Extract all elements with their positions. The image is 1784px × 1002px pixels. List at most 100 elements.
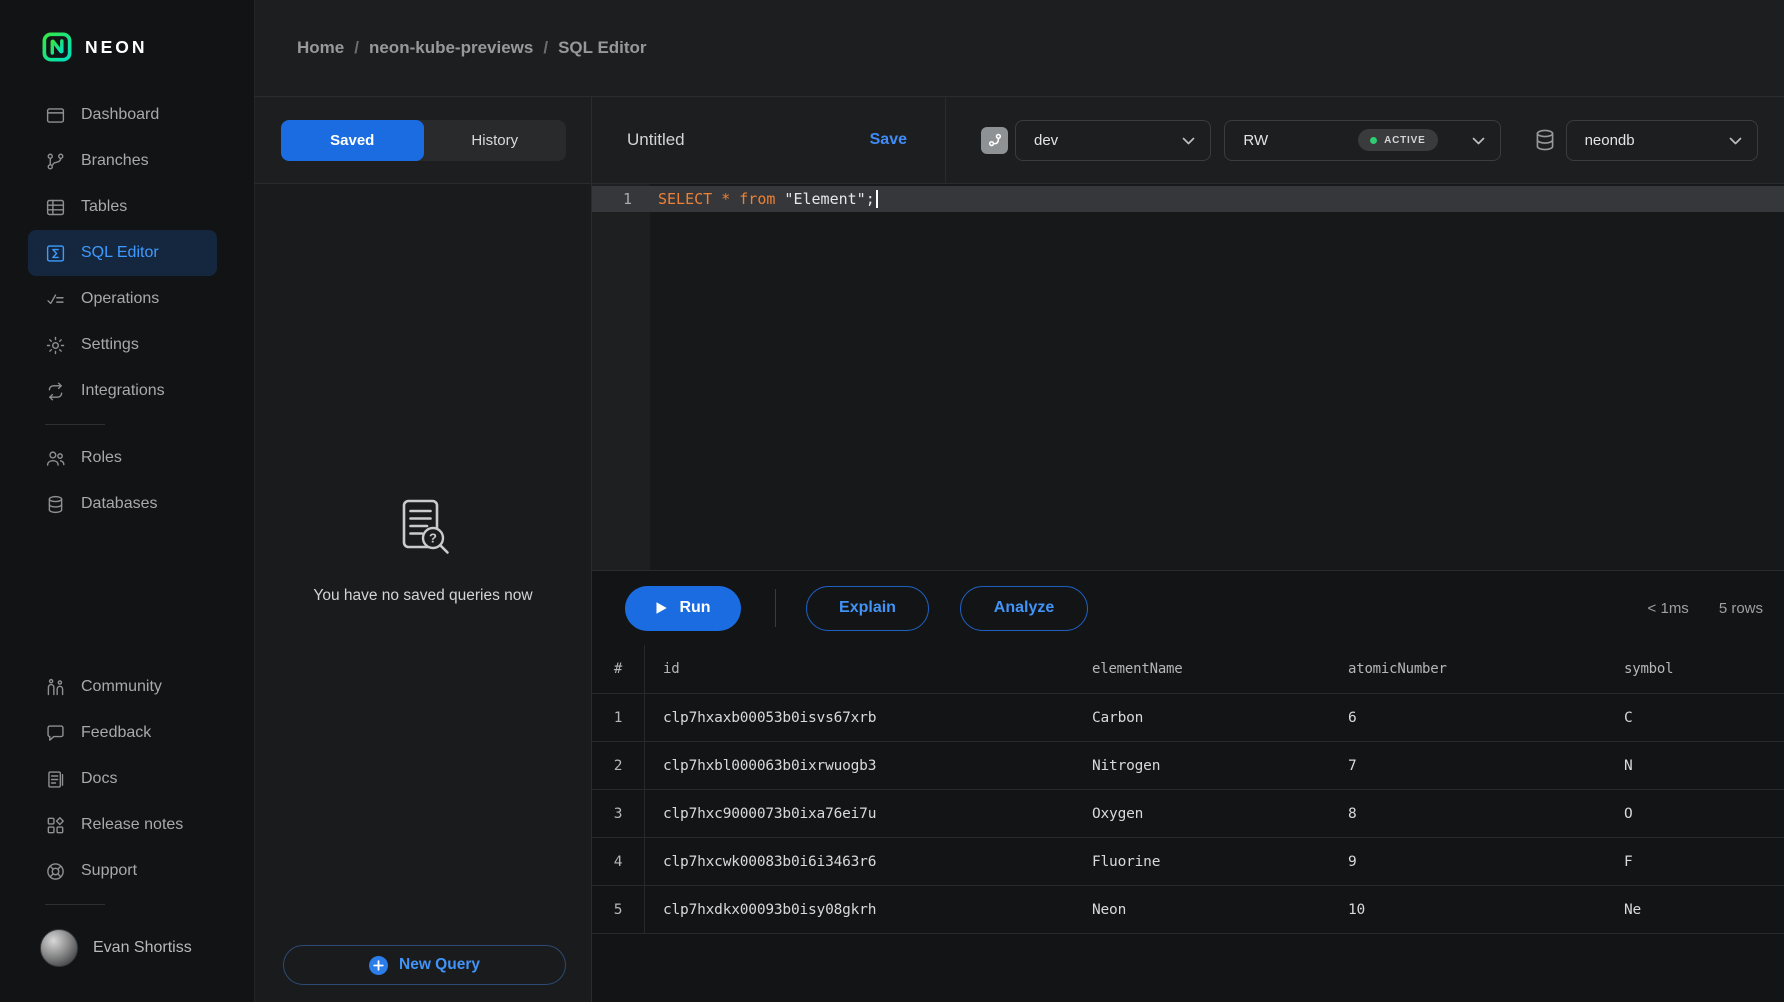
table-cell[interactable]: 7	[1330, 742, 1606, 790]
sidebar-item-branches[interactable]: Branches	[28, 138, 217, 184]
column-header-id: id	[645, 645, 1074, 694]
editor-gutter	[592, 184, 650, 570]
query-stats: < 1ms 5 rows	[1648, 600, 1763, 617]
results-panel: # id elementName atomicNumber symbol 1 c…	[592, 645, 1784, 1002]
query-title: Untitled	[627, 130, 685, 150]
table-cell[interactable]: F	[1606, 838, 1784, 886]
table-row-5-index[interactable]: 5	[592, 886, 645, 934]
sidebar-item-integrations[interactable]: Integrations	[28, 368, 217, 414]
brand-logo[interactable]: NEON	[42, 32, 254, 62]
docs-icon	[45, 769, 66, 790]
table-cell[interactable]: N	[1606, 742, 1784, 790]
sidebar-item-sql-editor[interactable]: SQL Editor	[28, 230, 217, 276]
branch-glyph-icon	[987, 132, 1003, 148]
user-menu[interactable]: Evan Shortiss	[40, 926, 254, 970]
plus-circle-icon	[369, 956, 388, 975]
connection-toolbar: dev RW ACTIVE	[946, 97, 1784, 183]
column-header-index: #	[592, 645, 645, 694]
sidebar-item-feedback[interactable]: Feedback	[28, 710, 217, 756]
table-cell[interactable]: clp7hxdkx00093b0isy08gkrh	[645, 886, 1074, 934]
active-status-badge: ACTIVE	[1358, 129, 1437, 151]
query-duration: < 1ms	[1648, 600, 1689, 617]
explain-button[interactable]: Explain	[806, 586, 929, 631]
table-row-4-index[interactable]: 4	[592, 838, 645, 886]
table-cell[interactable]: Fluorine	[1074, 838, 1330, 886]
compute-select[interactable]: RW ACTIVE	[1224, 120, 1500, 161]
sidebar-spacer	[0, 527, 254, 664]
table-cell[interactable]: clp7hxcwk00083b0i6i3463r6	[645, 838, 1074, 886]
table-cell[interactable]: clp7hxbl000063b0ixrwuogb3	[645, 742, 1074, 790]
new-query-button[interactable]: New Query	[283, 945, 566, 985]
column-header-symbol: symbol	[1606, 645, 1784, 694]
table-cell[interactable]: 9	[1330, 838, 1606, 886]
empty-saved-queries: ? You have no saved queries now	[255, 495, 591, 605]
code-editor[interactable]: 1 SELECT * from "Element";	[592, 184, 1784, 570]
sidebar-item-dashboard[interactable]: Dashboard	[28, 92, 217, 138]
breadcrumb-project[interactable]: neon-kube-previews	[369, 38, 533, 58]
sidebar-item-support[interactable]: Support	[28, 848, 217, 894]
text-cursor	[876, 190, 878, 208]
breadcrumb-home[interactable]: Home	[297, 38, 344, 58]
run-button[interactable]: Run	[625, 586, 741, 631]
table-cell[interactable]: Nitrogen	[1074, 742, 1330, 790]
chevron-down-icon	[1472, 132, 1485, 149]
table-cell[interactable]: clp7hxc9000073b0ixa76ei7u	[645, 790, 1074, 838]
release-notes-icon	[45, 815, 66, 836]
row-count: 5 rows	[1719, 600, 1763, 617]
table-row-2-index[interactable]: 2	[592, 742, 645, 790]
branch-select[interactable]: dev	[1015, 120, 1211, 161]
table-cell[interactable]: Ne	[1606, 886, 1784, 934]
table-row-3-index[interactable]: 3	[592, 790, 645, 838]
life-buoy-icon	[45, 861, 66, 882]
operations-icon	[45, 289, 66, 310]
button-divider	[775, 589, 776, 627]
main-area: Home / neon-kube-previews / SQL Editor S…	[255, 0, 1784, 1002]
sidebar-item-tables[interactable]: Tables	[28, 184, 217, 230]
integrations-icon	[45, 381, 66, 402]
brand-name: NEON	[85, 37, 148, 58]
breadcrumb-current-page: SQL Editor	[558, 38, 646, 58]
sidebar-item-databases[interactable]: Databases	[28, 481, 217, 527]
database-cylinder-icon	[1532, 127, 1558, 153]
tab-saved[interactable]: Saved	[281, 120, 424, 161]
saved-panel-header: Saved History	[255, 97, 591, 184]
sidebar-item-release-notes[interactable]: Release notes	[28, 802, 217, 848]
sidebar-item-docs[interactable]: Docs	[28, 756, 217, 802]
editor-header: Untitled Save dev RW	[592, 97, 1784, 184]
database-icon	[45, 494, 66, 515]
table-cell[interactable]: Carbon	[1074, 694, 1330, 742]
table-cell[interactable]: 10	[1330, 886, 1606, 934]
sidebar-divider	[45, 424, 105, 425]
code-line-1: 1 SELECT * from "Element";	[592, 186, 1784, 212]
table-cell[interactable]: clp7hxaxb00053b0isvs67xrb	[645, 694, 1074, 742]
line-number: 1	[592, 190, 650, 208]
database-select[interactable]: neondb	[1566, 120, 1758, 161]
save-button[interactable]: Save	[870, 131, 907, 149]
column-header-atomicnumber: atomicNumber	[1330, 645, 1606, 694]
results-table: # id elementName atomicNumber symbol 1 c…	[592, 645, 1784, 934]
sidebar-item-settings[interactable]: Settings	[28, 322, 217, 368]
sidebar-nav: Dashboard Branches Tables SQL Editor Ope…	[0, 92, 254, 970]
tab-history[interactable]: History	[424, 120, 567, 161]
table-icon	[45, 197, 66, 218]
table-cell[interactable]: 6	[1330, 694, 1606, 742]
table-cell[interactable]: 8	[1330, 790, 1606, 838]
dashboard-icon	[45, 105, 66, 126]
neon-logo-icon	[42, 32, 72, 62]
green-dot-icon	[1370, 137, 1377, 144]
user-name: Evan Shortiss	[93, 939, 192, 957]
table-cell[interactable]: O	[1606, 790, 1784, 838]
table-cell[interactable]: Oxygen	[1074, 790, 1330, 838]
analyze-button[interactable]: Analyze	[960, 586, 1088, 631]
saved-queries-panel: Saved History ?	[255, 97, 592, 1002]
code-content: SELECT * from "Element";	[650, 190, 878, 208]
branch-chip-button[interactable]	[981, 127, 1008, 154]
table-cell[interactable]: Neon	[1074, 886, 1330, 934]
table-cell[interactable]: C	[1606, 694, 1784, 742]
sidebar-item-roles[interactable]: Roles	[28, 435, 217, 481]
sidebar-item-community[interactable]: Community	[28, 664, 217, 710]
sidebar-item-operations[interactable]: Operations	[28, 276, 217, 322]
table-row-1-index[interactable]: 1	[592, 694, 645, 742]
chevron-down-icon	[1182, 132, 1195, 149]
avatar	[40, 929, 78, 967]
